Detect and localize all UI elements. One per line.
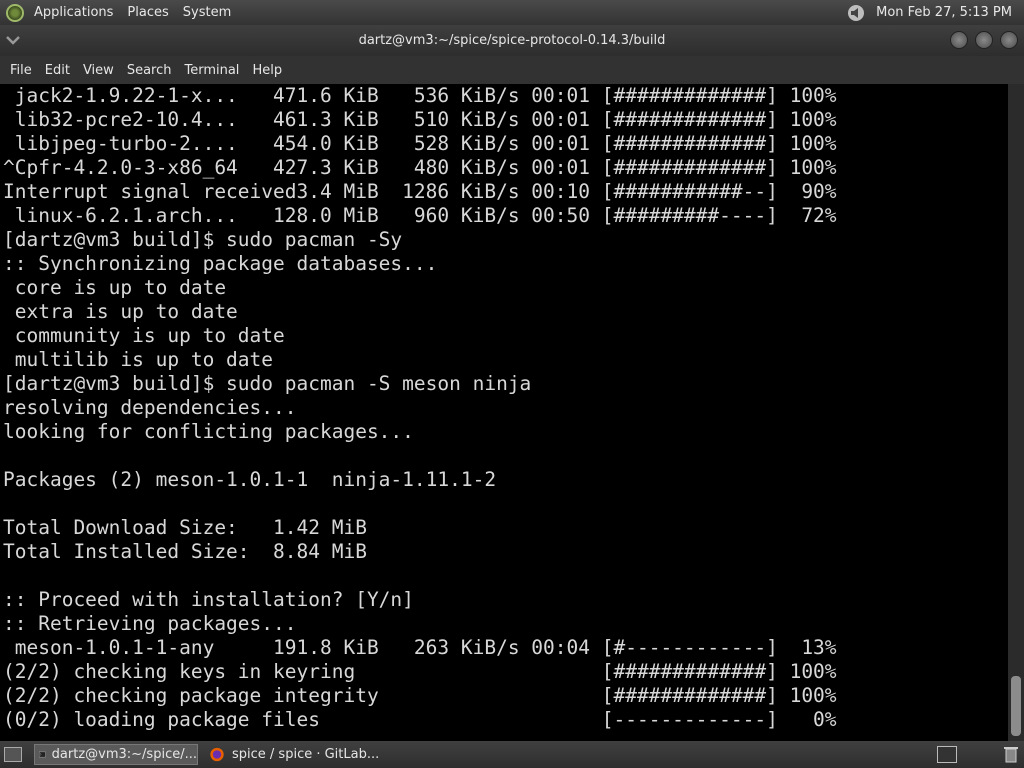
terminal-line: resolving dependencies... (3, 396, 297, 419)
maximize-button[interactable] (975, 31, 993, 49)
scrollbar-thumb[interactable] (1011, 676, 1021, 736)
taskbar-item-firefox[interactable]: spice / spice · GitLab... (204, 744, 384, 765)
applications-menu[interactable]: Applications (34, 5, 113, 20)
terminal-line: extra is up to date (3, 300, 238, 323)
volume-icon[interactable] (844, 4, 868, 22)
taskbar-item-label: spice / spice · GitLab... (232, 747, 380, 762)
close-button[interactable] (1000, 31, 1018, 49)
terminal-line: jack2-1.9.22-1-x... 471.6 KiB 536 KiB/s … (3, 84, 837, 107)
bottom-panel: dartz@vm3:~/spice/... spice / spice · Gi… (0, 741, 1024, 768)
places-menu[interactable]: Places (127, 5, 168, 20)
menu-edit[interactable]: Edit (45, 63, 70, 78)
mint-logo-icon[interactable] (6, 3, 24, 22)
terminal-line: [dartz@vm3 build]$ sudo pacman -Sy (3, 228, 403, 251)
terminal-line: [dartz@vm3 build]$ sudo pacman -S meson … (3, 372, 532, 395)
menu-view[interactable]: View (83, 63, 114, 78)
terminal-output[interactable]: jack2-1.9.22-1-x... 471.6 KiB 536 KiB/s … (0, 84, 1008, 741)
system-menu[interactable]: System (183, 5, 231, 20)
terminal-line: community is up to date (3, 324, 285, 347)
terminal-line: Interrupt signal received3.4 MiB 1286 Ki… (3, 180, 837, 203)
terminal-line: (2/2) checking keys in keyring [########… (3, 660, 837, 683)
firefox-icon (210, 747, 224, 762)
terminal-line: Total Download Size: 1.42 MiB (3, 516, 367, 539)
taskbar-item-label: dartz@vm3:~/spice/... (51, 747, 197, 762)
terminal-line: meson-1.0.1-1-any 191.8 KiB 263 KiB/s 00… (3, 636, 837, 659)
terminal-line: (2/2) checking package integrity [######… (3, 684, 837, 707)
terminal-line: Total Installed Size: 8.84 MiB (3, 540, 367, 563)
terminal-line: (0/2) loading package files [-----------… (3, 708, 837, 731)
terminal-line: libjpeg-turbo-2.... 454.0 KiB 528 KiB/s … (3, 132, 837, 155)
terminal-line: lib32-pcre2-10.4... 461.3 KiB 510 KiB/s … (3, 108, 837, 131)
terminal-line: linux-6.2.1.arch... 128.0 MiB 960 KiB/s … (3, 204, 837, 227)
show-desktop-icon[interactable] (4, 747, 22, 762)
menu-help[interactable]: Help (252, 63, 282, 78)
terminal-line: ^Cpfr-4.2.0-3-x86_64 427.3 KiB 480 KiB/s… (3, 156, 837, 179)
menu-terminal[interactable]: Terminal (184, 63, 239, 78)
taskbar-item-terminal[interactable]: dartz@vm3:~/spice/... (34, 744, 198, 765)
terminal-line: core is up to date (3, 276, 227, 299)
terminal-icon (39, 751, 46, 758)
workspace-switcher-icon[interactable] (937, 746, 957, 763)
window-titlebar[interactable]: dartz@vm3:~/spice/spice-protocol-0.14.3/… (0, 25, 1024, 56)
terminal-line: :: Proceed with installation? [Y/n] (3, 588, 414, 611)
minimize-button[interactable] (950, 31, 968, 49)
menubar: File Edit View Search Terminal Help (0, 56, 1024, 84)
window-title: dartz@vm3:~/spice/spice-protocol-0.14.3/… (358, 33, 666, 48)
terminal-line: Packages (2) meson-1.0.1-1 ninja-1.11.1-… (3, 468, 497, 491)
menu-search[interactable]: Search (127, 63, 172, 78)
terminal-line: :: Retrieving packages... (3, 612, 297, 635)
trash-icon[interactable] (1004, 745, 1018, 763)
scrollbar[interactable] (1008, 84, 1024, 741)
top-panel: Applications Places System Mon Feb 27, 5… (0, 0, 1024, 25)
clock[interactable]: Mon Feb 27, 5:13 PM (876, 5, 1012, 20)
terminal-line: :: Synchronizing package databases... (3, 252, 438, 275)
terminal-line: multilib is up to date (3, 348, 274, 371)
terminal-line: looking for conflicting packages... (3, 420, 414, 443)
menu-file[interactable]: File (10, 63, 32, 78)
